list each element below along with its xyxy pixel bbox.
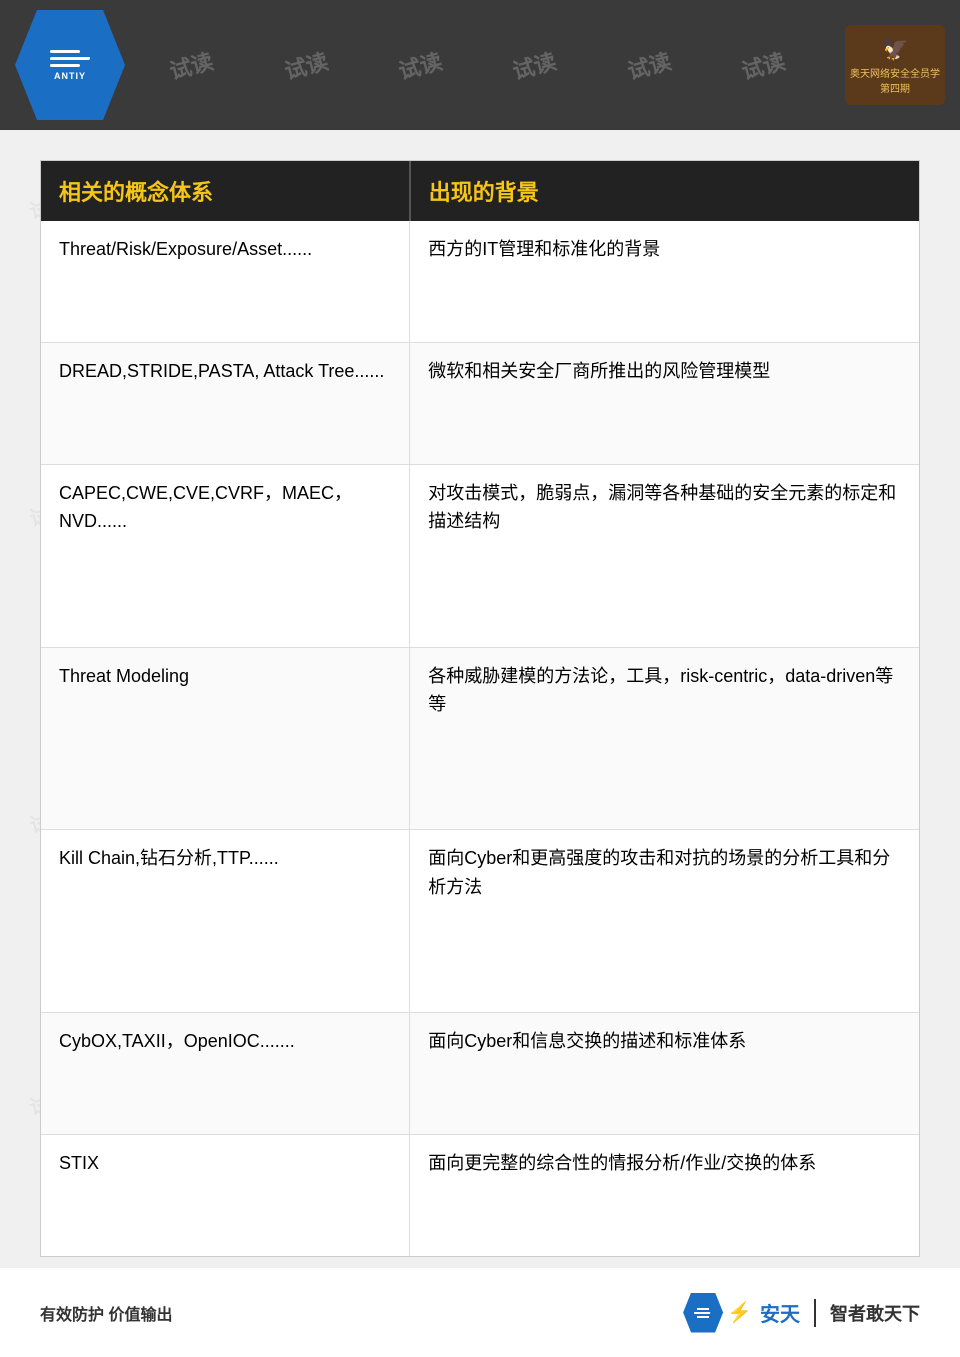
logo-line-1: [50, 50, 80, 53]
footer-divider: [814, 1299, 816, 1327]
table-row: Threat/Risk/Exposure/Asset......西方的IT管理和…: [41, 221, 919, 342]
table-cell-left: CAPEC,CWE,CVE,CVRF，MAEC，NVD......: [41, 464, 410, 647]
main-content: 相关的概念体系 出现的背景 Threat/Risk/Exposure/Asset…: [40, 160, 920, 1257]
table-header-row: 相关的概念体系 出现的背景: [41, 161, 919, 221]
header-watermark-3: 试读: [280, 44, 331, 86]
table-cell-right: 对攻击模式，脆弱点，漏洞等各种基础的安全元素的标定和描述结构: [410, 464, 919, 647]
footer-logo: ⚡: [683, 1293, 752, 1333]
table-cell-left: Kill Chain,钻石分析,TTP......: [41, 830, 410, 1013]
footer: 有效防护 价值输出 ⚡ 安天 智者敢天下: [0, 1267, 960, 1357]
table-cell-left: Threat/Risk/Exposure/Asset......: [41, 221, 410, 342]
logo-text: ANTIY: [54, 71, 86, 81]
header-watermark-6: 试读: [623, 44, 674, 86]
table-cell-right: 西方的IT管理和标准化的背景: [410, 221, 919, 342]
badge-text: 奥天网络安全全员学第四期: [850, 65, 940, 95]
col2-header: 出现的背景: [410, 161, 919, 221]
table-cell-right: 面向更完整的综合性的情报分析/作业/交换的体系: [410, 1135, 919, 1256]
header-watermark-5: 试读: [509, 44, 560, 86]
footer-left-text: 有效防护 价值输出: [40, 1301, 172, 1325]
table-cell-left: CybOX,TAXII，OpenIOC.......: [41, 1013, 410, 1135]
table-row: Threat Modeling各种威胁建模的方法论，工具，risk-centri…: [41, 647, 919, 830]
table-cell-right: 各种威胁建模的方法论，工具，risk-centric，data-driven等等: [410, 647, 919, 830]
badge-icon: 🦅: [881, 36, 908, 62]
footer-slogan: 智者敢天下: [830, 1300, 920, 1326]
logo: ANTIY: [15, 10, 125, 120]
table-cell-left: STIX: [41, 1135, 410, 1256]
table-cell-right: 面向Cyber和信息交换的描述和标准体系: [410, 1013, 919, 1135]
header-watermarks: 试读 试读 试读 试读 试读 试读 试读: [0, 0, 960, 130]
table-cell-left: DREAD,STRIDE,PASTA, Attack Tree......: [41, 342, 410, 464]
logo-lines: [50, 50, 90, 67]
header-watermark-2: 试读: [166, 44, 217, 86]
header-watermark-4: 试读: [395, 44, 446, 86]
header: ANTIY 试读 试读 试读 试读 试读 试读 试读 🦅 奥天网络安全全员学第四…: [0, 0, 960, 130]
footer-logo-svg: [693, 1303, 713, 1323]
header-watermark-7: 试读: [737, 44, 788, 86]
table-row: CybOX,TAXII，OpenIOC.......面向Cyber和信息交换的描…: [41, 1013, 919, 1135]
table-row: CAPEC,CWE,CVE,CVRF，MAEC，NVD......对攻击模式，脆…: [41, 464, 919, 647]
table-row: Kill Chain,钻石分析,TTP......面向Cyber和更高强度的攻击…: [41, 830, 919, 1013]
table-body: Threat/Risk/Exposure/Asset......西方的IT管理和…: [41, 221, 919, 1256]
header-badge: 🦅 奥天网络安全全员学第四期: [845, 25, 945, 105]
footer-right: ⚡ 安天 智者敢天下: [683, 1293, 920, 1333]
footer-brand: ⚡: [727, 1300, 752, 1325]
footer-brand-text: 安天: [760, 1298, 800, 1327]
logo-line-3: [50, 64, 80, 67]
table-row: STIX面向更完整的综合性的情报分析/作业/交换的体系: [41, 1135, 919, 1256]
table-row: DREAD,STRIDE,PASTA, Attack Tree......微软和…: [41, 342, 919, 464]
table-cell-right: 微软和相关安全厂商所推出的风险管理模型: [410, 342, 919, 464]
logo-line-2: [50, 57, 91, 60]
table-cell-right: 面向Cyber和更高强度的攻击和对抗的场景的分析工具和分析方法: [410, 830, 919, 1013]
content-table: 相关的概念体系 出现的背景 Threat/Risk/Exposure/Asset…: [41, 161, 919, 1256]
footer-logo-icon: [683, 1293, 723, 1333]
col1-header: 相关的概念体系: [41, 161, 410, 221]
table-cell-left: Threat Modeling: [41, 647, 410, 830]
